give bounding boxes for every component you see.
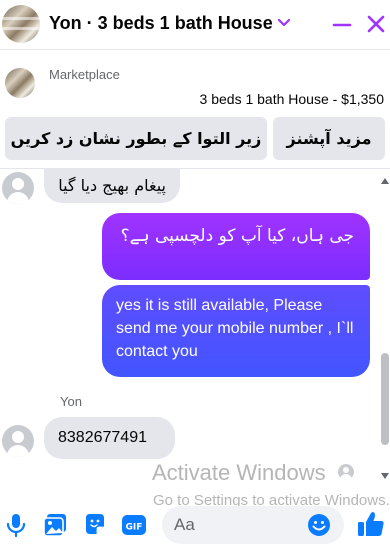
chat-title[interactable]: Yon · 3 beds 1 bath House xyxy=(49,13,273,34)
message-list[interactable]: پیغام بھیج دیا گیا جی ہاں، کیا آپ کو دلچ… xyxy=(0,169,390,482)
close-icon[interactable] xyxy=(364,12,388,36)
gif-icon-label: GIF xyxy=(126,523,143,533)
microphone-icon[interactable] xyxy=(3,512,29,538)
scrollbar[interactable] xyxy=(380,175,390,485)
marketplace-listing-thumbnail[interactable] xyxy=(5,68,35,98)
photo-icon[interactable] xyxy=(42,512,68,538)
mark-as-pending-button[interactable]: زیر التوا کے بطور نشان زد کریں xyxy=(5,117,267,160)
message-bubble-outgoing[interactable]: جی ہاں، کیا آپ کو دلچسپی ہے؟ xyxy=(102,213,370,280)
message-text: جی ہاں، کیا آپ کو دلچسپی ہے؟ xyxy=(120,226,354,246)
chat-header: Yon · 3 beds 1 bath House xyxy=(0,0,390,50)
listing-thumbnail[interactable] xyxy=(2,5,40,43)
message-bubble-outgoing[interactable]: yes it is still available, Please send m… xyxy=(102,285,370,377)
avatar[interactable] xyxy=(2,172,34,204)
more-options-button[interactable]: مزید آپشنز xyxy=(273,117,385,160)
sender-name: Yon xyxy=(60,394,82,409)
scroll-up-arrow-icon[interactable] xyxy=(381,178,389,184)
marketplace-label: Marketplace xyxy=(49,67,120,82)
emoji-icon[interactable] xyxy=(307,513,331,537)
listing-title-price[interactable]: 3 beds 1 bath House - $1,350 xyxy=(200,91,384,107)
chevron-down-icon[interactable] xyxy=(274,12,294,32)
message-text: yes it is still available, Please send m… xyxy=(116,297,354,360)
avatar[interactable] xyxy=(2,425,34,457)
message-text: پیغام بھیج دیا گیا xyxy=(58,176,166,195)
activation-watermark-title: Activate Windows xyxy=(152,460,326,485)
sticker-icon[interactable] xyxy=(82,512,108,538)
message-text: 8382677491 xyxy=(58,429,147,446)
message-bubble-incoming[interactable]: 8382677491 xyxy=(44,417,175,459)
gif-icon[interactable]: GIF xyxy=(121,512,147,538)
scrollbar-thumb[interactable] xyxy=(381,353,389,445)
like-icon[interactable] xyxy=(356,509,386,539)
seen-indicator-avatar xyxy=(338,464,354,480)
scroll-down-arrow-icon[interactable] xyxy=(381,473,389,479)
minimize-icon[interactable] xyxy=(331,14,353,36)
message-bubble-incoming[interactable]: پیغام بھیج دیا گیا xyxy=(44,169,180,203)
